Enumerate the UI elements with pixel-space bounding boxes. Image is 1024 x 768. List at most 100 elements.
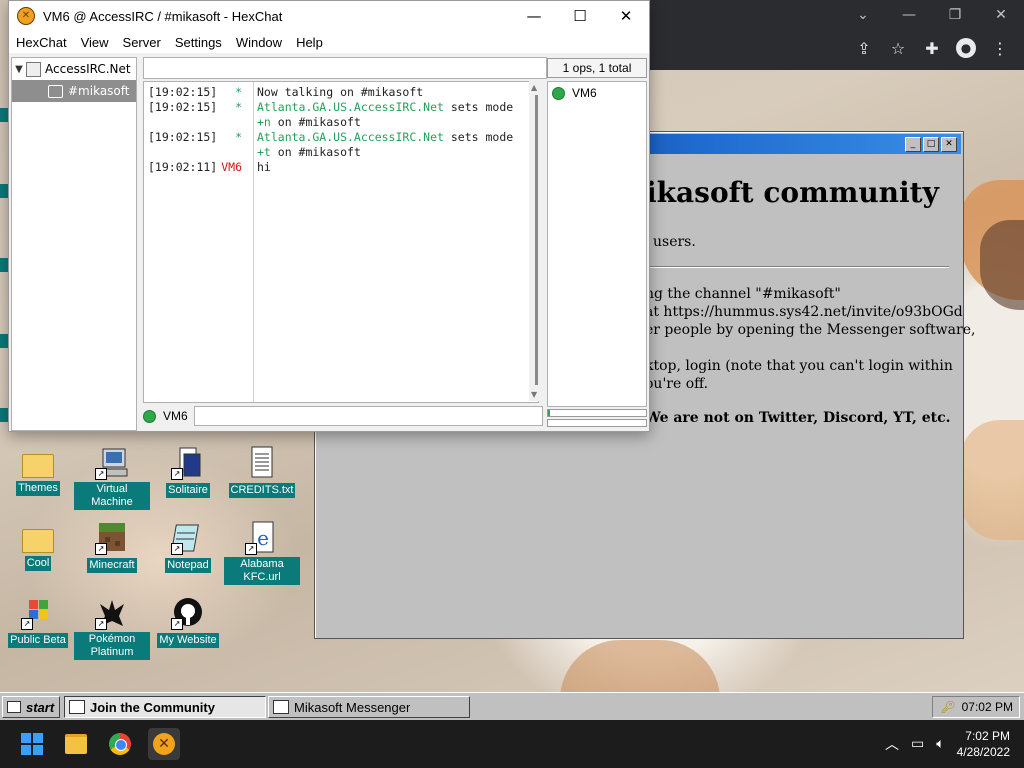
- system-tray: 🔑︎ 07:02 PM: [932, 696, 1020, 718]
- start-button[interactable]: start: [2, 696, 60, 718]
- text-file-icon: [245, 446, 279, 480]
- minecraft-icon: ↗: [95, 521, 129, 555]
- topic-bar[interactable]: [143, 57, 547, 79]
- more-menu-icon[interactable]: ⋮: [990, 39, 1010, 58]
- chat-log: [19:02:15] * Now talking on #mikasoft [1…: [143, 81, 539, 403]
- close-icon[interactable]: ✕: [978, 7, 1024, 23]
- message-part: on #mikasoft: [270, 145, 361, 159]
- desktop-wallpaper: ⌄ — ❐ ✕ ⇪ ☆ ✚ ● ⋮ _ □ ✕ Mikasoft communi…: [0, 0, 1024, 720]
- message-input[interactable]: [193, 406, 543, 426]
- lag-meter: [547, 409, 647, 417]
- message-text: Atlanta.GA.US.AccessIRC.Net sets mode +t…: [257, 130, 521, 160]
- desktop-icon-my-website[interactable]: ↗ My Website: [150, 596, 226, 648]
- message-part: sets mode: [450, 130, 514, 144]
- desktop-icon-label: Cool: [24, 556, 52, 571]
- taskbar-button-label: Join the Community: [90, 699, 215, 715]
- retro-taskbar: start Join the Community Mikasoft Messen…: [0, 692, 1024, 721]
- mode-flag: +n: [257, 115, 271, 129]
- desktop-icon-alabama-kfc[interactable]: e ↗ Alabama KFC.url: [224, 521, 300, 585]
- extensions-icon[interactable]: ✚: [922, 39, 942, 58]
- page-heading: Mikasoft community: [615, 176, 939, 209]
- chevron-up-icon[interactable]: ︿: [885, 734, 899, 754]
- close-button[interactable]: ✕: [941, 137, 957, 152]
- tree-network-item[interactable]: ▼ AccessIRC.Net: [12, 58, 136, 80]
- clipped-icon-label: [0, 408, 8, 422]
- shortcut-arrow-icon: ↗: [245, 543, 257, 555]
- shortcut-arrow-icon: ↗: [171, 468, 183, 480]
- desktop-icon-label: Alabama KFC.url: [224, 557, 300, 585]
- info-line: er people by opening the Messenger softw…: [645, 322, 976, 338]
- minimize-icon[interactable]: —: [886, 7, 932, 23]
- chat-message: [19:02:15] * Atlanta.GA.US.AccessIRC.Net…: [144, 130, 524, 160]
- desktop-icon-label: My Website: [157, 633, 219, 648]
- channel-icon: [48, 84, 63, 98]
- pokemon-icon: ↗: [95, 596, 129, 630]
- restore-icon[interactable]: ❐: [932, 7, 978, 23]
- menu-hexchat[interactable]: HexChat: [9, 35, 74, 50]
- close-button[interactable]: ✕: [603, 7, 649, 25]
- shortcut-arrow-icon: ↗: [95, 543, 107, 555]
- menu-settings[interactable]: Settings: [168, 35, 229, 50]
- desktop-icon-notepad[interactable]: ↗ Notepad: [150, 521, 226, 573]
- hexchat-window: ✕ VM6 @ AccessIRC / #mikasoft - HexChat …: [8, 0, 650, 432]
- file-explorer-icon[interactable]: [60, 728, 92, 760]
- maximize-button[interactable]: □: [923, 137, 939, 152]
- throttle-meter: [547, 419, 647, 427]
- taskbar-button-join-community[interactable]: Join the Community: [64, 696, 266, 718]
- chrome-window: ⌄ — ❐ ✕ ⇪ ☆ ✚ ● ⋮: [640, 0, 1024, 70]
- scroll-up-icon[interactable]: ▲: [531, 83, 537, 92]
- scrollbar-thumb[interactable]: [535, 95, 538, 385]
- menu-help[interactable]: Help: [289, 35, 330, 50]
- profile-avatar-icon[interactable]: ●: [956, 38, 976, 58]
- desktop-icon-public-beta[interactable]: ↗ Public Beta: [0, 596, 76, 648]
- volume-icon[interactable]: 🔈︎: [936, 736, 944, 752]
- chevron-down-icon[interactable]: ⌄: [840, 7, 886, 23]
- chrome-icon[interactable]: [104, 728, 136, 760]
- menu-window[interactable]: Window: [229, 35, 289, 50]
- info-line: ktop, login (note that you can't login w…: [645, 358, 953, 374]
- desktop-icon-themes[interactable]: Themes: [0, 446, 76, 496]
- scroll-down-icon[interactable]: ▼: [531, 390, 537, 399]
- star-icon[interactable]: ☆: [888, 39, 908, 58]
- taskbar-button-messenger[interactable]: Mikasoft Messenger: [268, 696, 470, 718]
- desktop-icon-credits[interactable]: CREDITS.txt: [224, 446, 300, 498]
- start-label: start: [26, 699, 55, 715]
- user-list-item[interactable]: VM6: [548, 82, 646, 104]
- clipped-icon-label: [0, 334, 8, 348]
- nick-button[interactable]: VM6: [163, 409, 188, 423]
- clipped-icon-label: [0, 108, 8, 122]
- minimize-button[interactable]: _: [905, 137, 921, 152]
- svg-text:e: e: [257, 526, 269, 550]
- chat-scrollbar[interactable]: ▲ ▼: [529, 81, 543, 401]
- desktop-icon-solitaire[interactable]: ↗ Solitaire: [150, 446, 226, 498]
- maximize-button[interactable]: ☐: [557, 7, 603, 25]
- hexchat-icon[interactable]: ✕: [148, 728, 180, 760]
- message-time: [19:02:11]: [148, 160, 218, 174]
- message-nick: VM6: [221, 160, 242, 174]
- desktop-icon-pokemon-platinum[interactable]: ↗ Pokémon Platinum: [74, 596, 150, 660]
- channel-label: #mikasoft: [68, 84, 130, 98]
- divider: [645, 266, 949, 268]
- message-part: sets mode: [450, 100, 514, 114]
- desktop-icon-cool[interactable]: Cool: [0, 521, 76, 571]
- clipped-icon-label: [0, 184, 8, 198]
- shortcut-arrow-icon: ↗: [171, 543, 183, 555]
- minimize-button[interactable]: —: [511, 7, 557, 25]
- key-icon[interactable]: 🔑︎: [940, 700, 955, 714]
- menu-server[interactable]: Server: [116, 35, 168, 50]
- hexchat-icon: ✕: [17, 7, 35, 25]
- network-icon[interactable]: ▭: [911, 736, 924, 752]
- desktop-icon-virtual-machine[interactable]: ↗ Virtual Machine: [74, 446, 150, 510]
- expand-arrow-icon[interactable]: ▼: [12, 64, 26, 75]
- folder-icon: [22, 454, 54, 478]
- windows-flag-icon: ↗: [21, 596, 55, 630]
- desktop-icon-label: Minecraft: [87, 558, 137, 573]
- share-icon[interactable]: ⇪: [854, 39, 874, 58]
- windows-clock[interactable]: 7:02 PM 4/28/2022: [957, 728, 1010, 760]
- tree-channel-item[interactable]: #mikasoft: [12, 80, 136, 102]
- menu-view[interactable]: View: [74, 35, 116, 50]
- start-icon[interactable]: [16, 728, 48, 760]
- message-text: Now talking on #mikasoft: [257, 85, 424, 99]
- desktop-icon-minecraft[interactable]: ↗ Minecraft: [74, 521, 150, 573]
- shortcut-arrow-icon: ↗: [95, 468, 107, 480]
